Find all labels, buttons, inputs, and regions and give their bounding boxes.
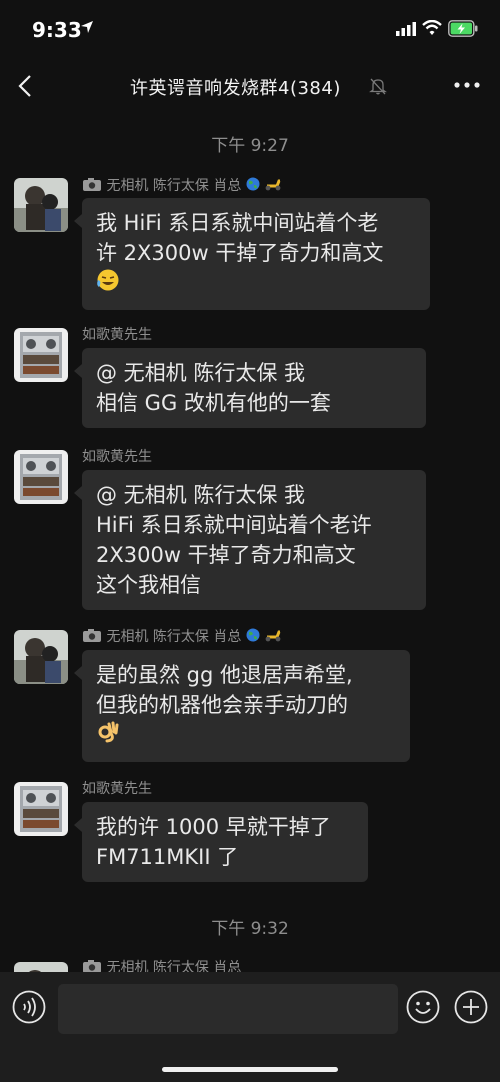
mute-bell-icon — [369, 78, 387, 95]
laughing-tears-emoji — [96, 268, 120, 300]
sender-name: 无相机 陈行太保 肖总 — [82, 626, 282, 647]
status-bar: 9:33 — [0, 0, 500, 58]
status-time: 9:33 — [32, 18, 82, 42]
camera-emoji — [82, 959, 102, 972]
sender-name: 如歌黄先生 — [82, 449, 152, 465]
avatar[interactable] — [14, 630, 68, 684]
wifi-icon — [422, 20, 442, 35]
avatar[interactable] — [14, 450, 68, 504]
cellular-signal-icon — [396, 22, 416, 36]
voice-input-icon[interactable] — [12, 990, 46, 1024]
globe-emoji — [246, 628, 260, 646]
message-bubble[interactable]: @ 无相机 陈行太保 我 相信 GG 改机有他的一套 — [74, 348, 426, 428]
message-bubble[interactable]: @ 无相机 陈行太保 我 HiFi 系日系就中间站着个老许 2X300w 干掉了… — [74, 470, 426, 610]
camera-emoji — [82, 628, 102, 647]
scooter-emoji — [264, 177, 282, 195]
camera-emoji — [82, 177, 102, 196]
sender-name: 无相机 陈行太保 肖总 — [82, 175, 282, 196]
message-bubble[interactable]: 是的虽然 gg 他退居声希堂, 但我的机器他会亲手动刀的 — [74, 650, 410, 762]
sender-name: 如歌黄先生 — [82, 327, 152, 343]
scooter-emoji — [264, 628, 282, 646]
ok-hand-emoji — [96, 720, 120, 752]
message-input[interactable] — [58, 984, 398, 1034]
emoji-picker-icon[interactable] — [406, 990, 440, 1024]
chat-title: 许英谔音响发烧群4(384) — [130, 78, 341, 99]
sender-name: 如歌黄先生 — [82, 781, 152, 797]
chat-header: 许英谔音响发烧群4(384) — [0, 58, 500, 114]
avatar[interactable] — [14, 328, 68, 382]
message-list[interactable]: 下午 9:27 无相机 陈行太保 肖总 我 HiFi 系日系就中间站着个老 许 … — [0, 114, 500, 972]
message-bubble[interactable]: 我 HiFi 系日系就中间站着个老 许 2X300w 干掉了奇力和高文 — [74, 198, 430, 310]
timestamp-label: 下午 9:32 — [211, 919, 289, 939]
avatar[interactable] — [14, 962, 68, 972]
location-arrow-icon — [81, 21, 93, 33]
sender-name: 无相机 陈行太保 肖总 — [82, 957, 241, 972]
home-indicator[interactable] — [162, 1067, 338, 1072]
back-arrow-icon[interactable] — [16, 74, 36, 98]
more-options-icon[interactable] — [452, 80, 482, 90]
globe-emoji — [246, 177, 260, 195]
avatar[interactable] — [14, 782, 68, 836]
avatar[interactable] — [14, 178, 68, 232]
message-bubble[interactable]: 我的许 1000 早就干掉了 FM711MKII 了 — [74, 802, 368, 882]
input-toolbar — [0, 972, 500, 1082]
add-attachment-icon[interactable] — [454, 990, 488, 1024]
battery-charging-icon — [448, 20, 478, 37]
timestamp-label: 下午 9:27 — [211, 136, 289, 156]
